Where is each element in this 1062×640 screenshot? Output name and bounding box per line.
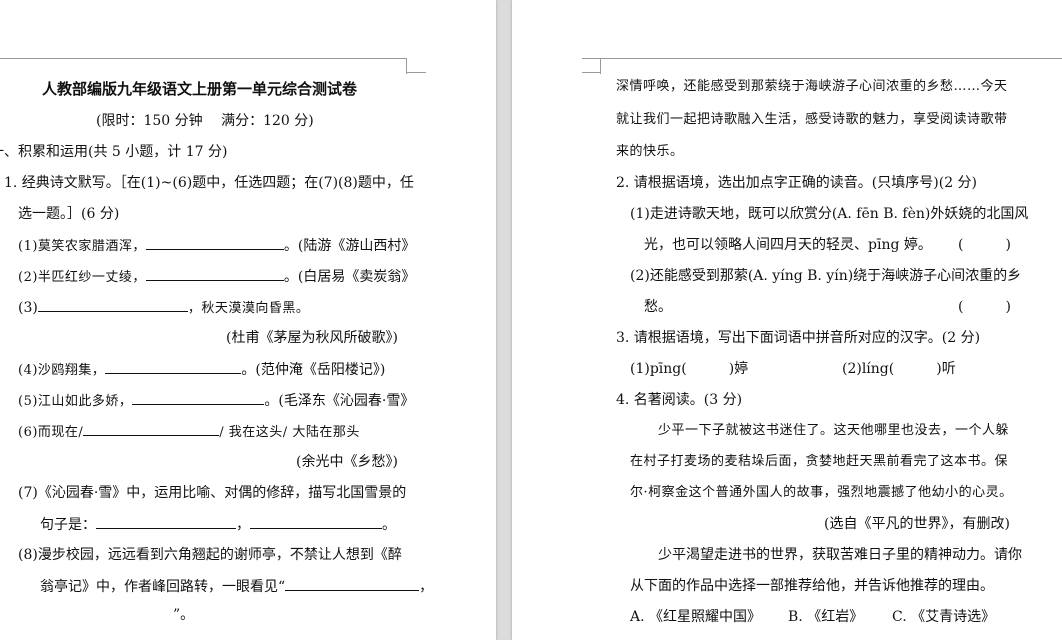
q2-item-2-line2: 愁。 [644, 299, 672, 315]
q1-item-6-source: (余光中《乡愁》) [296, 454, 398, 470]
doc-subtitle: (限时：150 分钟 满分：120 分) [96, 113, 314, 129]
question-2: 2. 请根据语境，选出加点字正确的读音。(只填序号)(2 分) [616, 175, 978, 191]
passage-line-3: 来的快乐。 [616, 144, 684, 159]
crop-mark [582, 72, 600, 73]
q1-item-6: (6)而现在/ / 我在这头/ 大陆在那头 [18, 422, 360, 442]
q1-item-8-line3: ”。 [173, 607, 195, 623]
left-page: 人教部编版九年级语文上册第一单元综合测试卷 (限时：150 分钟 满分：120 … [0, 0, 496, 640]
answer-paren[interactable]: ( ) [958, 298, 1011, 316]
answer-blank[interactable] [105, 360, 242, 374]
q2-item-1-line2: 光，也可以领略人间四月天的轻灵、pīng 婷。 [644, 237, 932, 253]
q1-item-8-suffix: ， [419, 579, 434, 595]
q1-item-5-suffix: 。(毛泽东《沁园春·雪》 [264, 393, 415, 409]
passage-line-1: 深情呼唤，还能感受到那萦绕于海峡游子心间浓重的乡愁……今天 [616, 79, 1008, 94]
q3-item-2[interactable]: (2)líng( )听 [842, 360, 956, 378]
question-1-line2: 选一题。］(6 分) [18, 206, 120, 222]
question-3: 3. 请根据语境，写出下面词语中拼音所对应的汉字。(2 分) [616, 330, 981, 346]
q1-item-2-prefix: (2)半匹红纱一丈绫， [18, 270, 146, 285]
q3-item-1[interactable]: (1)pīng( )婷 [630, 360, 748, 378]
doc-title: 人教部编版九年级语文上册第一单元综合测试卷 [42, 80, 358, 98]
q1-item-8-line1: (8)漫步校园，远远看到六角翘起的谢师亭，不禁让人想到《醉 [18, 547, 402, 563]
q4-option-b[interactable]: B. 《红岩》 [788, 608, 863, 626]
q1-item-1-prefix: (1)莫笑农家腊酒浑， [18, 239, 146, 254]
q1-item-3-source: (杜甫《茅屋为秋风所破歌》) [226, 330, 398, 346]
q4-passage-line-2: 在村子打麦场的麦秸垛后面，贪婪地赶天黑前看完了这本书。保 [630, 454, 1009, 469]
passage-line-2: 就让我们一起把诗歌融入生活，感受诗歌的魅力，享受阅读诗歌带 [616, 112, 1008, 127]
q1-item-3-prefix: (3) [18, 300, 38, 316]
q4-question-line-1: 少平渴望走进书的世界，获取苦难日子里的精神动力。请你 [658, 547, 1022, 563]
q1-item-8-line2: 翁亭记》中，作者峰回路转，一眼看见“ ， [40, 577, 433, 596]
q4-passage-line-1: 少平一下子就被这书迷住了。这天他哪里也没去，一个人躲 [658, 423, 1010, 438]
answer-blank[interactable] [132, 391, 265, 405]
q1-item-6-prefix: (6)而现在/ [18, 425, 84, 440]
right-page: 深情呼唤，还能感受到那萦绕于海峡游子心间浓重的乡愁……今天 就让我们一起把诗歌融… [512, 0, 1062, 640]
q1-item-7-line1: (7)《沁园春·雪》中，运用比喻、对偶的修辞，描写北国雪景的 [18, 485, 407, 501]
q1-item-1: (1)莫笑农家腊酒浑， 。(陆游《游山西村》 [18, 236, 415, 256]
q1-item-5: (5)江山如此多娇， 。(毛泽东《沁园春·雪》 [18, 391, 414, 411]
q1-item-2-suffix: 。(白居易《卖炭翁》 [283, 269, 416, 285]
q1-item-4-suffix: 。(范仲淹《岳阳楼记》) [241, 362, 386, 378]
crop-mark [0, 58, 406, 59]
q1-item-8-prefix: 翁亭记》中，作者峰回路转，一眼看见“ [40, 579, 286, 595]
answer-paren[interactable]: ( ) [958, 236, 1011, 254]
answer-blank[interactable] [145, 236, 284, 250]
q4-source: (选自《平凡的世界》，有删改) [824, 516, 1010, 532]
answer-blank[interactable] [96, 515, 236, 529]
answer-blank[interactable] [250, 515, 382, 529]
crop-mark [582, 58, 1062, 59]
crop-mark [406, 72, 426, 73]
q4-question-line-2: 从下面的作品中选择一部推荐给他，并告诉他推荐的理由。 [630, 578, 994, 594]
answer-blank[interactable] [285, 577, 420, 591]
answer-blank[interactable] [145, 267, 284, 281]
q1-item-3: (3) ，秋天漠漠向昏黑。 [18, 298, 309, 318]
q1-item-6-suffix: / 我在这头/ 大陆在那头 [219, 425, 360, 440]
q1-item-2: (2)半匹红纱一丈绫， 。(白居易《卖炭翁》 [18, 267, 415, 287]
q4-option-a[interactable]: A. 《红星照耀中国》 [630, 608, 761, 626]
q2-item-1-line1: (1)走进诗歌天地，既可以欣赏分(A. fēn B. fèn)外妖娆的北国风 [630, 206, 1029, 222]
q1-item-4-prefix: (4)沙鸥翔集， [18, 363, 106, 378]
answer-blank[interactable] [83, 422, 220, 436]
q4-option-c[interactable]: C. 《艾青诗选》 [892, 608, 995, 626]
q1-item-7-suffix: 。 [382, 517, 396, 533]
q1-item-7-prefix: 句子是： [40, 517, 96, 533]
section-heading: 一、积累和运用(共 5 小题，计 17 分) [0, 144, 228, 160]
q2-item-2-line1: (2)还能感受到那萦(A. yíng B. yín)绕于海峡游子心间浓重的乡 [630, 268, 1022, 284]
question-1-line1: 1. 经典诗文默写。［在(1)~(6)题中，任选四题；在(7)(8)题中，任 [4, 175, 414, 191]
q1-item-3-suffix: ，秋天漠漠向昏黑。 [187, 301, 310, 316]
q1-item-1-suffix: 。(陆游《游山西村》 [283, 238, 416, 254]
q1-item-5-prefix: (5)江山如此多娇， [18, 394, 133, 409]
answer-blank[interactable] [37, 298, 188, 312]
q1-item-4: (4)沙鸥翔集， 。(范仲淹《岳阳楼记》) [18, 360, 385, 380]
q1-item-7-line2: 句子是： ， 。 [40, 515, 396, 534]
q4-passage-line-3: 尔·柯察金这个普通外国人的故事，强烈地震撼了他幼小的心灵。 [630, 485, 1013, 500]
question-4: 4. 名著阅读。(3 分) [616, 392, 743, 408]
crop-mark [600, 58, 601, 74]
q1-item-7-sep: ， [236, 517, 250, 533]
